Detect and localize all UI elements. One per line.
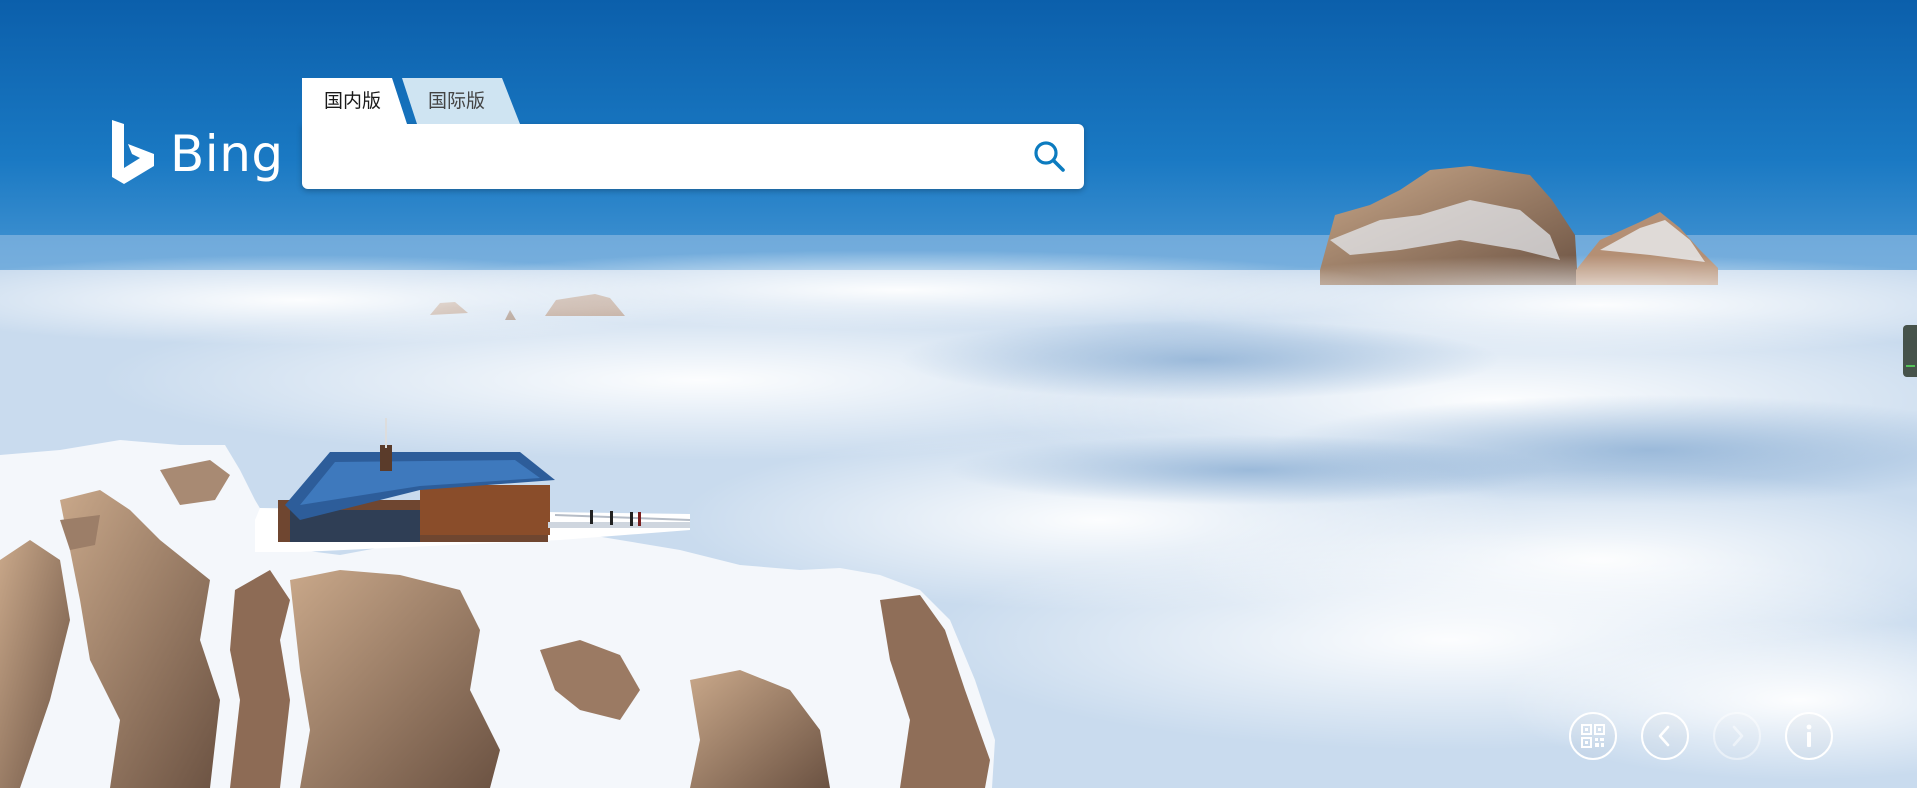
search-tabs: 国内版 国际版 <box>302 78 1084 124</box>
search-button[interactable] <box>1030 138 1070 176</box>
search-box <box>302 124 1084 189</box>
search-area: 国内版 国际版 <box>302 78 1084 189</box>
previous-image-button[interactable] <box>1641 712 1689 760</box>
tab-international[interactable]: 国际版 <box>402 78 520 124</box>
image-info-button[interactable] <box>1785 712 1833 760</box>
bing-logo[interactable]: Bing <box>110 120 284 186</box>
qr-code-button[interactable] <box>1569 712 1617 760</box>
qr-code-icon <box>1581 724 1605 748</box>
homepage-background: Bing 国内版 国际版 <box>0 0 1917 788</box>
side-panel-handle[interactable] <box>1903 325 1917 377</box>
search-icon <box>1034 141 1065 172</box>
chevron-right-icon <box>1732 725 1744 747</box>
chevron-left-icon <box>1658 725 1670 747</box>
search-input[interactable] <box>320 134 1014 181</box>
image-controls <box>1569 712 1833 760</box>
next-image-button[interactable] <box>1713 712 1761 760</box>
bing-b-logo-icon <box>112 120 154 184</box>
tab-domestic[interactable]: 国内版 <box>302 78 407 124</box>
info-icon <box>1806 724 1812 747</box>
logo-text: Bing <box>170 125 284 183</box>
